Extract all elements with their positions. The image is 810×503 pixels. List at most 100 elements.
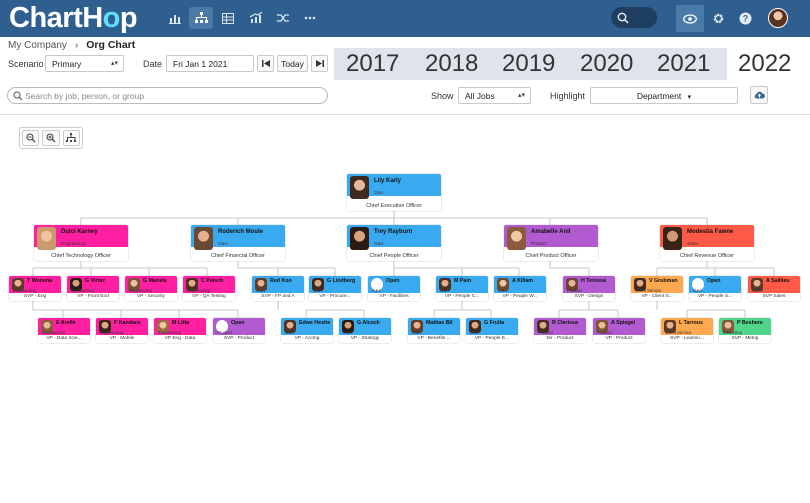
job-title: VP - Procure... [309,293,361,301]
org-card[interactable]: G Mariele Engineering VP - Security [125,276,177,301]
person-name: Edwe Hestie [299,320,331,326]
job-title: Chief Product Officer [504,251,598,261]
department-name: G&A [374,190,384,195]
job-title: Chief People Officer [347,251,441,261]
job-title: VP Eng - Data [154,335,206,343]
org-card[interactable]: C Paisch Engineering VP - QA Testing [183,276,235,301]
department-name: Product [531,241,547,246]
job-title: VP - Facilities [368,293,420,301]
org-card[interactable]: Red Koo G&A SVP - FP and A [252,276,304,301]
job-title: SVP Sales [748,293,800,301]
job-title: VP - Client S... [631,293,683,301]
person-name: Trey Rayburn [374,229,413,235]
person-name: G Virtac [85,278,106,284]
avatar [350,227,369,250]
person-name: Amabelle Anil [531,229,571,235]
person-name: E Arelle [56,320,76,326]
person-name: A Killam [512,278,533,284]
org-card-open[interactable]: Open G&A VP - Facilities [368,276,420,301]
org-card-cfo[interactable]: Roderich Moule G&A Chief Financial Offic… [191,225,285,261]
org-card[interactable]: G Lindberg G&A VP - Procure... [309,276,361,301]
person-name: Lily Karly [374,178,402,184]
job-title: VP - People C... [436,293,488,301]
org-card-open[interactable]: Open Product SVP - Product [213,318,265,343]
person-name: A Spiegel [611,320,635,326]
person-name: Roderich Moule [218,229,264,235]
job-title: SVP - Mktng [719,335,771,343]
person-name: G Lindberg [327,278,356,284]
avatar [194,227,213,250]
person-name: G Alcock [357,320,380,326]
job-title: VP - Mobile [96,335,148,343]
org-card[interactable]: G Alcock G&A VP - Strategy [339,318,391,343]
org-card[interactable]: E Arelle Engineering VP - Data Scie... [38,318,90,343]
job-title: SVP - Learnin... [661,335,713,343]
person-name: Open [231,320,245,326]
org-card[interactable]: V Grubman Client Service VP - Client S..… [631,276,683,301]
job-title: Chief Revenue Officer [660,251,754,261]
job-title: Chief Technology Officer [34,251,128,261]
org-card[interactable]: R Clerissa Product Dir - Product [534,318,586,343]
job-title: VP - Front End [67,293,119,301]
org-card[interactable]: L Tarrous Client Service SVP - Learnin..… [661,318,713,343]
job-title: VP - Product [593,335,645,343]
job-title: Chief Financial Officer [191,251,285,261]
person-name: Mattias Bil [426,320,453,326]
job-title: SVP - Product [213,335,265,343]
org-card[interactable]: F Kandace Engineering VP - Mobile [96,318,148,343]
person-name: V Grubman [649,278,678,284]
job-title: VP - People E... [466,335,518,343]
org-card[interactable]: H Teressa Product SVP - Design [563,276,615,301]
person-name: Red Koo [270,278,292,284]
job-title: VP - Security [125,293,177,301]
org-card[interactable]: G Frulla G&A VP - People E... [466,318,518,343]
avatar [663,227,682,250]
job-title: VP - QA Testing [183,293,235,301]
job-title: VP - Acctng [281,335,333,343]
person-name: H Teressa [581,278,606,284]
person-name: Open [386,278,400,284]
org-card[interactable]: Edwe Hestie G&A VP - Acctng [281,318,333,343]
person-name: Dulci Karney [61,229,98,235]
org-card-cpo-people[interactable]: Trey Rayburn G&A Chief People Officer [347,225,441,261]
job-title: VP - Strategy [339,335,391,343]
org-card[interactable]: A Killam G&A VP - People W... [494,276,546,301]
org-card[interactable]: A Saillieu Sales SVP Sales [748,276,800,301]
job-title: Chief Executive Officer [347,201,441,211]
person-name: L Tarrous [679,320,703,326]
person-name: R Clerissa [552,320,578,326]
person-name: G Mariele [143,278,167,284]
avatar [37,227,56,250]
person-name: F Kandace [114,320,141,326]
avatar [350,176,369,199]
org-card[interactable]: Mattias Bil G&A VP - Benefits ... [408,318,460,343]
org-card-cto[interactable]: Dulci Karney Engineering Chief Technolog… [34,225,128,261]
person-name: M Litta [172,320,190,326]
org-card[interactable]: M Litta Engineering VP Eng - Data [154,318,206,343]
person-name: Modestia Fawne [687,229,734,235]
job-title: VP - Benefits ... [408,335,460,343]
job-title: SVP - Eng [9,293,61,301]
org-card[interactable]: M Pain G&A VP - People C... [436,276,488,301]
person-name: G Frulla [484,320,505,326]
department-name: G&A [374,241,384,246]
org-card[interactable]: A Spiegel Product VP - Product [593,318,645,343]
job-title: Dir - Product [534,335,586,343]
department-name: Sales [687,241,699,246]
person-name: M Pain [454,278,472,284]
department-name: G&A [218,241,228,246]
job-title: VP - People S... [689,293,741,301]
job-title: VP - Data Scie... [38,335,90,343]
org-card-ceo[interactable]: Lily Karly G&A Chief Executive Officer [347,174,441,211]
org-card-cpo-product[interactable]: Amabelle Anil Product Chief Product Offi… [504,225,598,261]
job-title: VP - People W... [494,293,546,301]
org-card-open[interactable]: Open G&A VP - People S... [689,276,741,301]
person-name: T Wenona [27,278,53,284]
org-card[interactable]: G Virtac Engineering VP - Front End [67,276,119,301]
person-name: P Beshere [737,320,763,326]
org-card[interactable]: P Beshere Marketing SVP - Mktng [719,318,771,343]
avatar [507,227,526,250]
org-card[interactable]: T Wenona Engineering SVP - Eng [9,276,61,301]
org-card-cro[interactable]: Modestia Fawne Sales Chief Revenue Offic… [660,225,754,261]
person-name: C Paisch [201,278,224,284]
